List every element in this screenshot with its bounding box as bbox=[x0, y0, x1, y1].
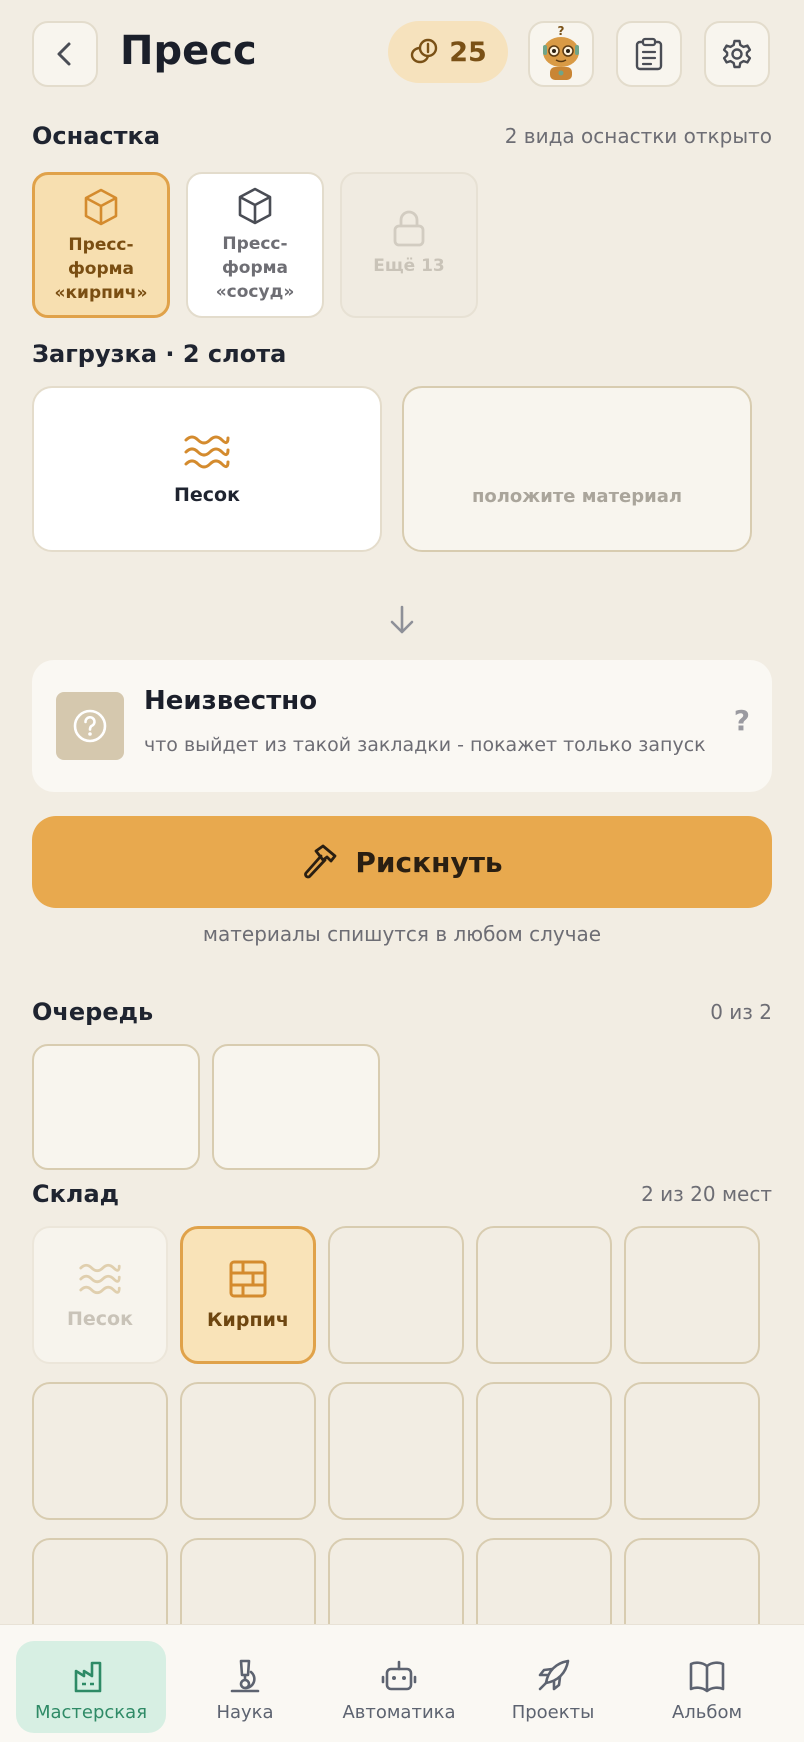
load-slot-1[interactable]: Песок bbox=[32, 386, 382, 552]
risk-note: материалы спишутся в любом случае bbox=[202, 922, 602, 946]
storage-slot[interactable] bbox=[328, 1382, 464, 1520]
nav-item-album[interactable]: Альбом bbox=[632, 1641, 782, 1733]
arrow-down-icon bbox=[386, 604, 418, 640]
queue-slot[interactable] bbox=[32, 1044, 200, 1170]
storage-item-label: Кирпич bbox=[207, 1309, 289, 1331]
factory-icon bbox=[74, 1661, 102, 1693]
bottom-nav: Мастерская Наука Автоматика Проекты Альб… bbox=[0, 1624, 804, 1742]
storage-slot[interactable] bbox=[624, 1226, 760, 1364]
book-icon bbox=[689, 1661, 725, 1693]
coin-count: 25 bbox=[449, 36, 487, 68]
storage-item-label: Песок bbox=[67, 1308, 133, 1330]
cube-icon bbox=[84, 188, 118, 226]
chevron-left-icon bbox=[57, 42, 71, 66]
assistant-avatar-button[interactable]: ? bbox=[528, 21, 594, 87]
nav-label: Автоматика bbox=[342, 1702, 456, 1723]
svg-text:?: ? bbox=[558, 24, 565, 38]
load-slot-label: Песок bbox=[174, 484, 240, 506]
microscope-icon bbox=[230, 1659, 260, 1693]
unknown-result-icon bbox=[56, 692, 124, 760]
tooling-vessel-mold[interactable]: Пресс- форма «сосуд» bbox=[186, 172, 324, 318]
tasks-button[interactable] bbox=[616, 21, 682, 87]
storage-slot[interactable] bbox=[624, 1382, 760, 1520]
nav-item-projects[interactable]: Проекты bbox=[478, 1641, 628, 1733]
queue-title: Очередь bbox=[32, 998, 154, 1026]
tooling-brick-mold[interactable]: Пресс- форма «кирпич» bbox=[32, 172, 170, 318]
storage-slot[interactable] bbox=[328, 1226, 464, 1364]
coins-icon bbox=[411, 38, 438, 64]
coin-balance[interactable]: 25 bbox=[388, 21, 508, 83]
gear-icon bbox=[722, 39, 752, 69]
nav-label: Проекты bbox=[511, 1702, 595, 1723]
risk-button[interactable]: Рискнуть bbox=[32, 816, 772, 908]
help-icon[interactable]: ? bbox=[734, 704, 750, 737]
result-title: Неизвестно bbox=[144, 686, 318, 716]
settings-button[interactable] bbox=[704, 21, 770, 87]
tooling-label: Пресс- форма «кирпич» bbox=[54, 235, 148, 303]
storage-slot[interactable] bbox=[476, 1382, 612, 1520]
result-description: что выйдет из такой закладки - покажет т… bbox=[144, 734, 706, 756]
queue-meta: 0 из 2 bbox=[710, 1000, 772, 1024]
storage-slot[interactable] bbox=[180, 1382, 316, 1520]
storage-item-brick[interactable]: Кирпич bbox=[180, 1226, 316, 1364]
load-slot-placeholder: положите материал bbox=[471, 485, 683, 507]
storage-slot[interactable] bbox=[476, 1226, 612, 1364]
cube-icon bbox=[238, 187, 272, 225]
queue-slot[interactable] bbox=[212, 1044, 380, 1170]
robot-icon bbox=[381, 1660, 417, 1691]
tooling-label: Пресс- форма «сосуд» bbox=[215, 234, 295, 302]
robot-avatar-icon: ? bbox=[543, 24, 579, 80]
nav-label: Мастерская bbox=[34, 1702, 148, 1723]
load-title: Загрузка · 2 слота bbox=[32, 340, 287, 368]
tooling-label: Ещё 13 bbox=[373, 256, 445, 276]
result-card: Неизвестно что выйдет из такой закладки … bbox=[32, 660, 772, 792]
tooling-title: Оснастка bbox=[32, 122, 161, 150]
storage-title: Склад bbox=[32, 1180, 120, 1208]
lock-icon bbox=[393, 210, 425, 247]
brick-icon bbox=[229, 1260, 267, 1298]
nav-item-workshop[interactable]: Мастерская bbox=[16, 1641, 166, 1733]
clipboard-icon bbox=[635, 37, 663, 71]
tooling-locked: Ещё 13 bbox=[340, 172, 478, 318]
nav-label: Наука bbox=[216, 1702, 274, 1723]
waves-icon bbox=[184, 435, 230, 469]
nav-item-science[interactable]: Наука bbox=[170, 1641, 320, 1733]
storage-meta: 2 из 20 мест bbox=[641, 1182, 772, 1206]
storage-item-sand[interactable]: Песок bbox=[32, 1226, 168, 1364]
load-slot-2[interactable]: положите материал bbox=[402, 386, 752, 552]
back-button[interactable] bbox=[32, 21, 98, 87]
nav-label: Альбом bbox=[671, 1702, 743, 1723]
risk-button-label: Рискнуть bbox=[355, 845, 503, 879]
storage-slot[interactable] bbox=[32, 1382, 168, 1520]
tooling-meta: 2 вида оснастки открыто bbox=[504, 124, 772, 148]
page-title: Пресс bbox=[120, 28, 257, 74]
rocket-icon bbox=[538, 1659, 570, 1691]
hammer-icon bbox=[304, 844, 337, 879]
nav-item-automation[interactable]: Автоматика bbox=[324, 1641, 474, 1733]
waves-icon bbox=[79, 1263, 121, 1295]
